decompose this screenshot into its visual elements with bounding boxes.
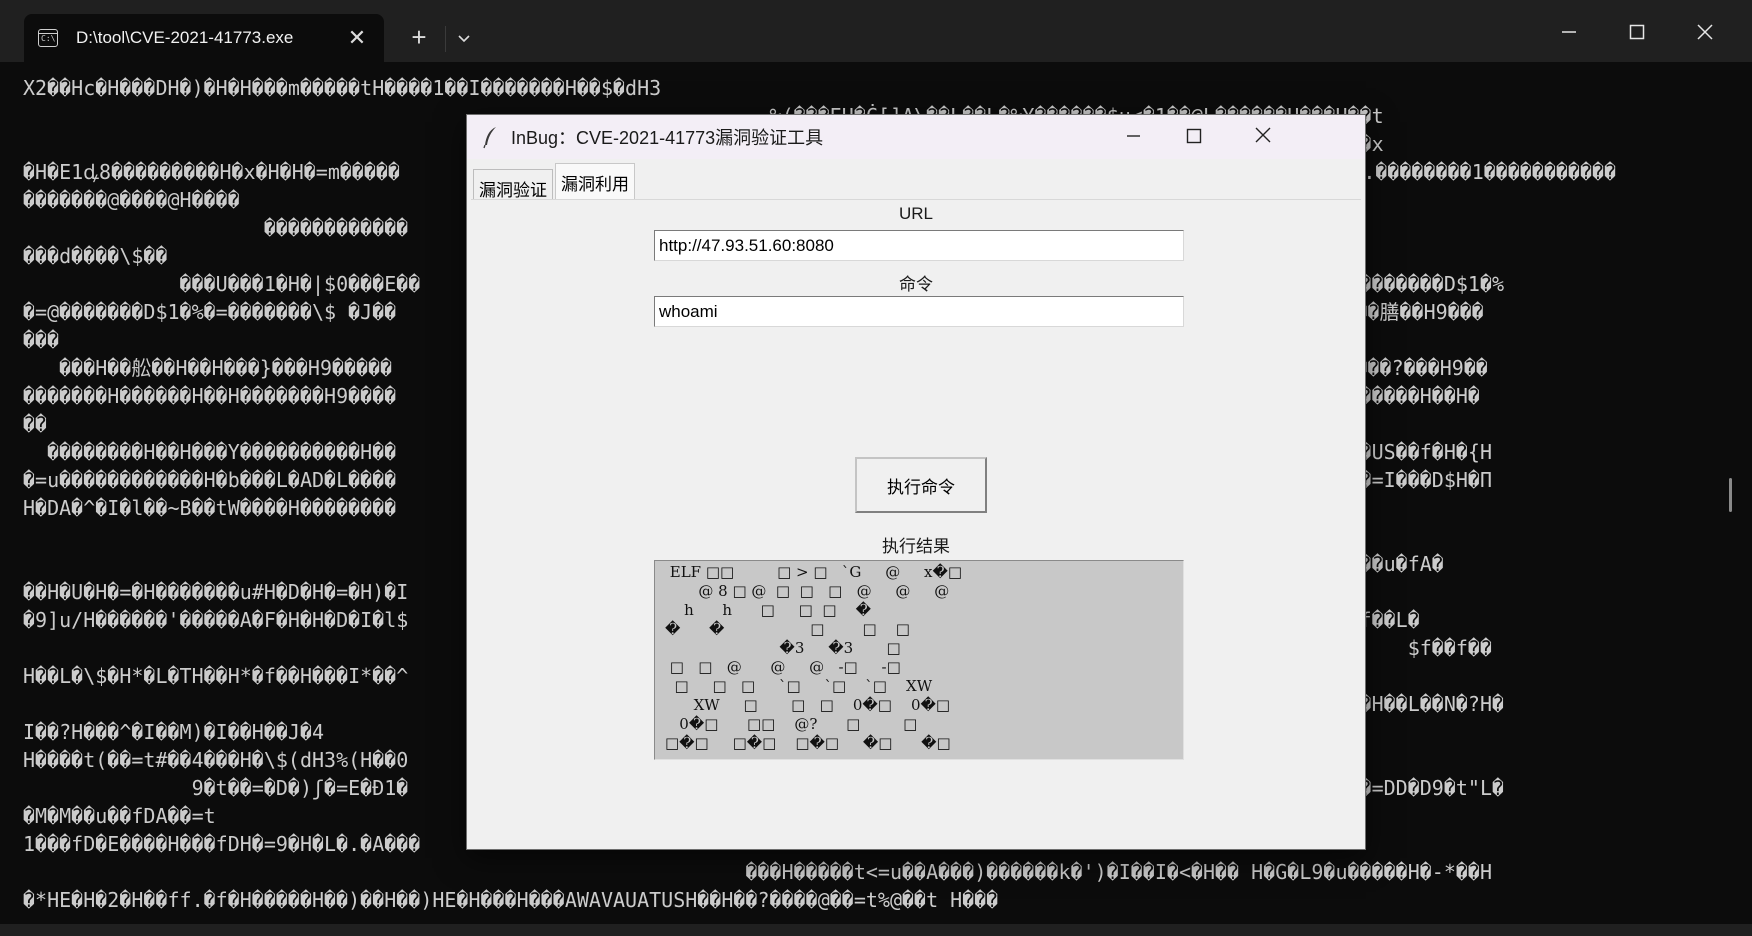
close-tab-icon[interactable]: ✕	[344, 25, 370, 51]
close-icon[interactable]	[1682, 16, 1728, 48]
dialog-titlebar: InBug：CVE-2021-41773漏洞验证工具	[467, 115, 1365, 159]
tab-vuln-verify[interactable]: 漏洞验证	[473, 169, 553, 200]
feather-icon	[483, 127, 496, 149]
tab-vuln-exploit[interactable]: 漏洞利用	[555, 163, 635, 199]
url-label: URL	[898, 204, 933, 223]
terminal-icon: C:\	[38, 29, 58, 47]
maximize-icon[interactable]	[1163, 121, 1223, 153]
maximize-icon[interactable]	[1614, 16, 1660, 48]
minimize-icon[interactable]	[1546, 16, 1592, 48]
close-icon[interactable]	[1233, 121, 1293, 153]
dialog-title: InBug：CVE-2021-41773漏洞验证工具	[511, 128, 824, 148]
chevron-down-icon[interactable]	[452, 26, 476, 50]
terminal-bottom-border	[0, 924, 1752, 936]
command-label: 命令	[899, 275, 933, 294]
cve-tool-window: InBug：CVE-2021-41773漏洞验证工具 漏洞验证 漏洞利用 URL…	[466, 114, 1366, 850]
terminal-icon-text: C:\	[41, 34, 56, 43]
terminal-titlebar: C:\ D:\tool\CVE-2021-41773.exe ✕ +	[0, 0, 1752, 62]
terminal-scrollbar[interactable]	[1729, 478, 1732, 512]
terminal-tab[interactable]: C:\ D:\tool\CVE-2021-41773.exe ✕	[24, 14, 384, 62]
execute-command-button[interactable]: 执行命令	[855, 457, 987, 513]
tab-bar: 漏洞验证 漏洞利用	[467, 159, 1365, 200]
exploit-panel: URL 命令 执行命令 执行结果 ELF □□ □ > □ `G @ x�□ @…	[471, 199, 1361, 845]
command-input[interactable]	[654, 296, 1184, 327]
url-input[interactable]	[654, 230, 1184, 261]
result-output-text: ELF □□ □ > □ `G @ x�□ @ 8 □ @ □ □ □ @ @ …	[665, 563, 963, 752]
tab-divider	[445, 26, 446, 52]
new-tab-button[interactable]: +	[404, 20, 434, 54]
minimize-icon[interactable]	[1103, 121, 1163, 153]
result-label: 执行结果	[882, 537, 950, 556]
terminal-tab-title: D:\tool\CVE-2021-41773.exe	[76, 28, 294, 47]
result-output-box[interactable]: ELF □□ □ > □ `G @ x�□ @ 8 □ @ □ □ □ @ @ …	[654, 560, 1184, 760]
